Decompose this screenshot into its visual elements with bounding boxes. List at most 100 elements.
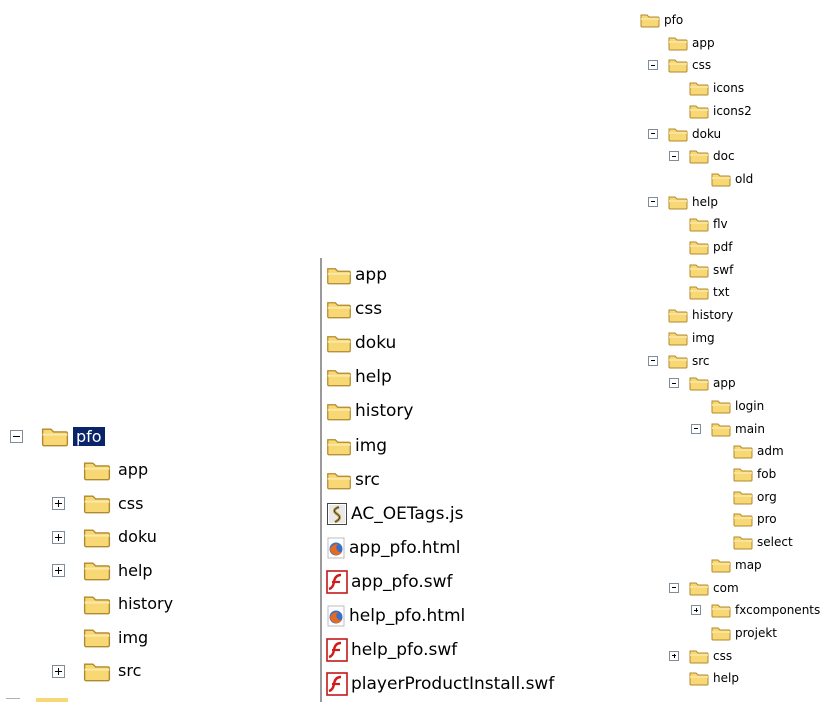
file-name-label: app bbox=[355, 265, 387, 285]
expand-toggle-icon[interactable] bbox=[691, 605, 701, 616]
folder-icon bbox=[711, 602, 731, 618]
tree-node-old[interactable]: old bbox=[711, 168, 753, 190]
tree-node-app[interactable]: app bbox=[668, 32, 715, 54]
tree-node-main[interactable]: main bbox=[691, 418, 765, 440]
file-list-item-app[interactable]: app bbox=[326, 260, 387, 290]
folder-icon bbox=[689, 262, 709, 278]
folder-icon bbox=[689, 103, 709, 119]
tree-item-history[interactable]: history bbox=[82, 592, 173, 616]
tree-item-app[interactable]: app bbox=[82, 458, 148, 482]
tree-node-fob[interactable]: fob bbox=[733, 463, 776, 485]
file-name-label: help_pfo.swf bbox=[351, 640, 458, 661]
collapse-toggle-icon[interactable] bbox=[10, 430, 23, 443]
tree-node-css[interactable]: css bbox=[669, 645, 733, 667]
file-list-item-AC_OETags.js[interactable]: AC_OETags.js bbox=[326, 499, 463, 529]
tree-node-label: icons bbox=[713, 81, 745, 96]
flash-swf-icon bbox=[326, 638, 348, 662]
file-name-label: help_pfo.html bbox=[349, 606, 466, 626]
file-list-item-help[interactable]: help bbox=[326, 362, 392, 392]
tree-node-src[interactable]: src bbox=[648, 350, 710, 372]
folder-icon bbox=[326, 470, 352, 490]
file-list-item-img[interactable]: img bbox=[326, 431, 387, 461]
tree-node-fxcomponents[interactable]: fxcomponents bbox=[691, 599, 820, 621]
expand-toggle-icon[interactable] bbox=[669, 650, 679, 661]
expand-toggle-icon[interactable] bbox=[52, 664, 65, 678]
tree-node-org[interactable]: org bbox=[733, 486, 777, 508]
tree-node-icons[interactable]: icons bbox=[689, 77, 744, 99]
tree-item-src[interactable]: src bbox=[52, 659, 142, 683]
tree-item-doku[interactable]: doku bbox=[52, 525, 157, 549]
file-list-item-help_pfo.swf[interactable]: help_pfo.swf bbox=[326, 635, 457, 665]
folder-icon bbox=[82, 492, 112, 514]
file-name-label: history bbox=[355, 401, 414, 422]
tree-node-com[interactable]: com bbox=[669, 577, 739, 599]
folder-icon bbox=[640, 12, 660, 28]
collapse-toggle-icon[interactable] bbox=[648, 355, 658, 366]
tree-node-projekt[interactable]: projekt bbox=[711, 622, 777, 644]
folder-icon bbox=[326, 436, 352, 456]
collapse-toggle-icon[interactable] bbox=[669, 151, 679, 162]
tree-node-icons2[interactable]: icons2 bbox=[689, 100, 752, 122]
tree-node-txt[interactable]: txt bbox=[689, 281, 730, 303]
file-list-item-history[interactable]: history bbox=[326, 396, 413, 426]
tree-node-img[interactable]: img bbox=[668, 327, 715, 349]
flash-swf-icon bbox=[326, 672, 348, 696]
tree-node-css[interactable]: css bbox=[648, 54, 711, 76]
tree-node-label: app bbox=[713, 376, 736, 391]
folder-icon bbox=[40, 425, 70, 447]
tree-node-label: css bbox=[713, 648, 733, 663]
expand-toggle-icon[interactable] bbox=[52, 564, 65, 577]
collapse-toggle-icon[interactable] bbox=[648, 60, 658, 71]
collapse-toggle-icon[interactable] bbox=[648, 196, 658, 207]
tree-item-css[interactable]: css bbox=[52, 491, 144, 515]
tree-node-select[interactable]: select bbox=[733, 531, 793, 553]
file-list-item-app_pfo.swf[interactable]: app_pfo.swf bbox=[326, 567, 453, 597]
collapse-toggle-icon[interactable] bbox=[648, 128, 658, 139]
tree-node-pfo[interactable]: pfo bbox=[640, 9, 683, 31]
tree-node-app[interactable]: app bbox=[669, 372, 736, 394]
tree-node-swf[interactable]: swf bbox=[689, 259, 733, 281]
tree-node-history[interactable]: history bbox=[668, 304, 733, 326]
folder-icon bbox=[668, 330, 688, 346]
file-name-label: img bbox=[355, 435, 388, 456]
tree-node-label: pfo bbox=[664, 13, 684, 27]
tree-item-label: css bbox=[118, 493, 144, 513]
folder-icon bbox=[689, 216, 709, 232]
file-list-item-css[interactable]: css bbox=[326, 294, 382, 324]
file-list-item-app_pfo.html[interactable]: app_pfo.html bbox=[326, 533, 461, 563]
tree-node-label: doku bbox=[692, 126, 722, 141]
tree-node-map[interactable]: map bbox=[711, 554, 762, 576]
folder-icon bbox=[668, 307, 688, 323]
folder-icon bbox=[711, 421, 731, 437]
tree-item-help[interactable]: help bbox=[52, 558, 153, 582]
file-name-label: app_pfo.swf bbox=[351, 571, 453, 592]
tree-node-adm[interactable]: adm bbox=[733, 440, 784, 462]
file-list-item-src[interactable]: src bbox=[326, 465, 380, 495]
file-name-label: help bbox=[355, 367, 392, 388]
expand-toggle-icon[interactable] bbox=[52, 530, 65, 544]
collapse-toggle-icon[interactable] bbox=[669, 582, 679, 593]
tree-node-label: icons2 bbox=[713, 103, 752, 118]
file-list-item-doku[interactable]: doku bbox=[326, 328, 396, 358]
tree-item-pfo[interactable]: pfo bbox=[10, 424, 105, 448]
tree-node-doc[interactable]: doc bbox=[669, 145, 735, 167]
folder-icon bbox=[733, 466, 753, 482]
tree-node-help[interactable]: help bbox=[648, 191, 718, 213]
tree-node-pdf[interactable]: pdf bbox=[689, 236, 732, 258]
tree-node-doku[interactable]: doku bbox=[648, 123, 722, 145]
file-list-item-help_pfo.html[interactable]: help_pfo.html bbox=[326, 601, 465, 631]
folder-icon bbox=[82, 626, 112, 648]
folder-icon bbox=[711, 625, 731, 641]
tree-node-flv[interactable]: flv bbox=[689, 213, 728, 235]
tree-item-img[interactable]: img bbox=[82, 625, 148, 649]
tree-item-label: src bbox=[118, 661, 142, 680]
tree-node-label: help bbox=[692, 194, 718, 209]
collapse-toggle-icon[interactable] bbox=[669, 378, 679, 389]
tree-node-pro[interactable]: pro bbox=[733, 508, 777, 530]
tree-item-label: history bbox=[118, 594, 174, 613]
file-list-item-playerProductInstall.swf[interactable]: playerProductInstall.swf bbox=[326, 669, 554, 699]
tree-node-help[interactable]: help bbox=[689, 667, 739, 689]
collapse-toggle-icon[interactable] bbox=[691, 423, 701, 434]
expand-toggle-icon[interactable] bbox=[52, 497, 65, 510]
tree-node-login[interactable]: login bbox=[711, 395, 764, 417]
